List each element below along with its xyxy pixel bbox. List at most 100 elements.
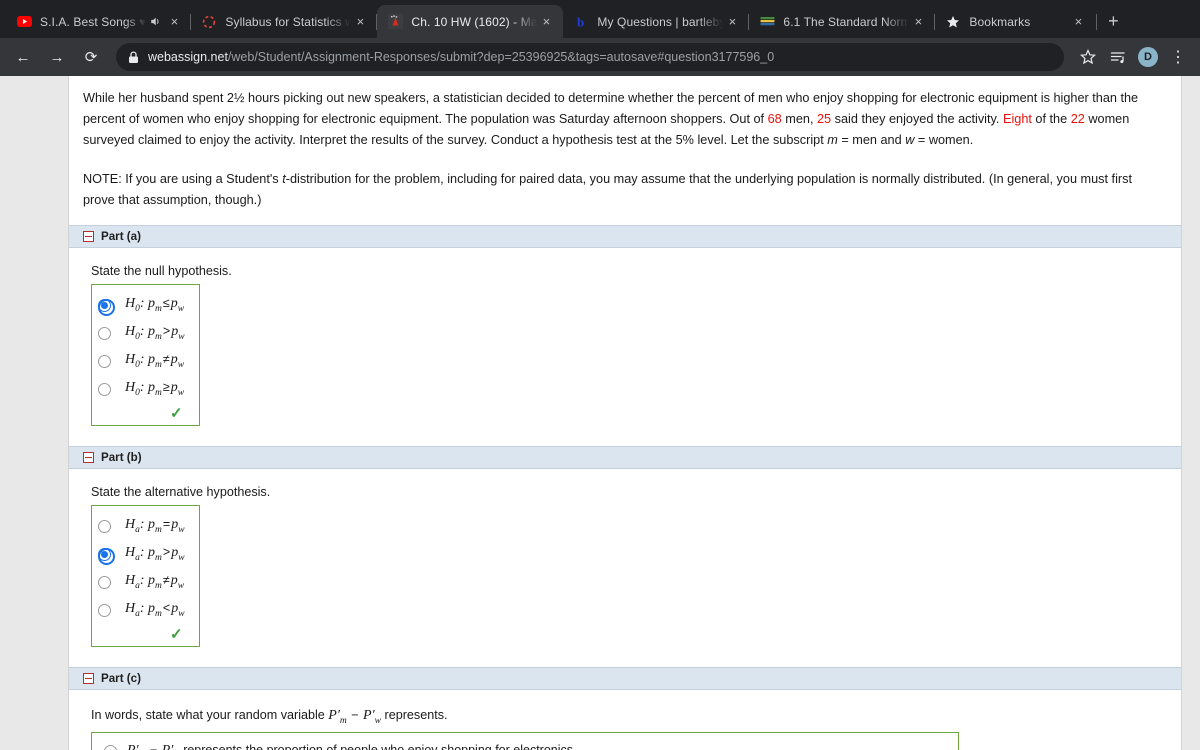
part-header-a[interactable]: Part (a): [69, 225, 1181, 248]
webassign-icon: [387, 14, 403, 30]
browser-tab-0[interactable]: S.I.A. Best Songs ♥ ×: [6, 5, 192, 38]
radio-button[interactable]: [98, 547, 115, 565]
part-header-c[interactable]: Part (c): [69, 667, 1181, 690]
h-subscript: a: [135, 608, 140, 619]
radio-button[interactable]: [98, 603, 111, 617]
lhs-symbol: p: [148, 352, 156, 368]
lhs-symbol: p: [148, 324, 156, 340]
reload-button[interactable]: ⟳: [76, 42, 106, 72]
bookmark-star-icon[interactable]: [1074, 43, 1102, 71]
part-body-b: State the alternative hypothesis. Ha: pm…: [69, 469, 1181, 653]
part-header-b[interactable]: Part (b): [69, 446, 1181, 469]
webassign-question-page: While her husband spent 2½ hours picking…: [68, 76, 1182, 750]
rhs-subscript: w: [177, 387, 185, 398]
address-bar[interactable]: webassign.net/web/Student/Assignment-Res…: [116, 43, 1064, 71]
part-label: Part (b): [101, 451, 142, 464]
operator: <: [162, 601, 171, 616]
browser-tab-1[interactable]: Syllabus for Statistics w ×: [191, 5, 378, 38]
question-note: NOTE: If you are using a Student's t-dis…: [83, 169, 1167, 211]
browser-tab-3[interactable]: b My Questions | bartleby ×: [563, 5, 750, 38]
q-men-total: 68: [767, 112, 782, 126]
radio-option[interactable]: Ha: pm=pw: [98, 512, 185, 540]
rhs-symbol: p: [170, 352, 178, 368]
lhs-subscript: m: [155, 331, 162, 342]
option-expression: P′m − P′w: [127, 743, 180, 750]
radio-button[interactable]: [98, 519, 111, 533]
url-path: /web/Student/Assignment-Responses/submit…: [227, 50, 775, 64]
h-symbol: H: [125, 324, 136, 340]
forward-button[interactable]: →: [42, 42, 72, 72]
lhs-subscript: m: [155, 303, 162, 314]
browser-tab-2-active[interactable]: Ch. 10 HW (1602) - Mat ×: [377, 5, 564, 38]
collapse-toggle-icon[interactable]: [83, 452, 94, 463]
tab-close-button[interactable]: ×: [1069, 13, 1087, 31]
audio-playing-icon[interactable]: [148, 15, 161, 28]
browser-tab-5[interactable]: Bookmarks ×: [935, 5, 1098, 38]
radio-button[interactable]: [98, 354, 111, 368]
part-body-a: State the null hypothesis. H0: pm≤pw H0:…: [69, 248, 1181, 432]
lhs-symbol: p: [148, 573, 156, 589]
q-subscript-m: m: [827, 133, 838, 147]
part-prompt: In words, state what your random variabl…: [91, 708, 1167, 726]
h-symbol: H: [125, 545, 136, 561]
tab-title: Ch. 10 HW (1602) - Mat: [411, 14, 538, 29]
radio-button[interactable]: [98, 326, 111, 340]
radio-button[interactable]: [98, 298, 115, 316]
new-tab-button[interactable]: +: [1099, 7, 1127, 35]
radio-option[interactable]: H0: pm≥pw: [98, 375, 185, 403]
browser-tab-4[interactable]: 6.1 The Standard Norma ×: [749, 5, 936, 38]
q-women-yes: Eight: [1002, 112, 1032, 126]
slides-icon: [759, 14, 775, 30]
option-label: P′m − P′w represents the proportion of p…: [127, 743, 577, 750]
tab-close-button[interactable]: ×: [537, 13, 555, 31]
radio-option[interactable]: H0: pm>pw: [98, 319, 185, 347]
reading-list-icon[interactable]: [1104, 43, 1132, 71]
radio-option[interactable]: H0: pm≤pw: [98, 291, 185, 319]
part-label: Part (a): [101, 230, 141, 243]
tab-close-button[interactable]: ×: [165, 13, 183, 31]
radio-option[interactable]: Ha: pm<pw: [98, 596, 185, 624]
rhs-subscript: w: [178, 524, 185, 535]
back-button[interactable]: ←: [8, 42, 38, 72]
tab-title: My Questions | bartleby: [597, 14, 724, 29]
radio-option[interactable]: Ha: pm>pw: [98, 540, 185, 568]
var-1-subscript: m: [339, 715, 347, 726]
page-viewport: While her husband spent 2½ hours picking…: [0, 76, 1200, 750]
chrome-menu-icon[interactable]: ⋮: [1164, 43, 1192, 71]
tab-title: Syllabus for Statistics w: [225, 14, 352, 29]
radio-option[interactable]: P′m − P′w represents the proportion of p…: [100, 738, 950, 750]
prompt-post: represents.: [381, 708, 448, 722]
lhs-subscript: m: [155, 580, 162, 591]
part-body-c: In words, state what your random variabl…: [69, 690, 1181, 750]
profile-avatar[interactable]: D: [1134, 43, 1162, 71]
radio-button[interactable]: [104, 745, 117, 750]
collapse-toggle-icon[interactable]: [83, 231, 94, 242]
tab-close-button[interactable]: ×: [351, 13, 369, 31]
radio-option[interactable]: H0: pm≠pw: [98, 347, 185, 375]
lhs-subscript: m: [155, 387, 162, 398]
tab-strip: S.I.A. Best Songs ♥ × Syllabus for Stati…: [0, 0, 1200, 38]
tab-close-button[interactable]: ×: [909, 13, 927, 31]
option-label: Ha: pm=pw: [125, 517, 185, 535]
h-subscript: 0: [135, 359, 140, 370]
rhs-subscript: w: [178, 608, 185, 619]
minus-operator: −: [347, 708, 363, 722]
radio-button[interactable]: [98, 382, 111, 396]
tab-close-button[interactable]: ×: [723, 13, 741, 31]
bartleby-icon: b: [573, 14, 589, 30]
collapse-toggle-icon[interactable]: [83, 673, 94, 684]
operator: >: [162, 324, 171, 339]
option-label: Ha: pm≠pw: [125, 573, 185, 591]
q-seg-6: = men and: [837, 133, 906, 147]
browser-toolbar: ← → ⟳ webassign.net/web/Student/Assignme…: [0, 38, 1200, 76]
rhs-symbol: p: [170, 296, 178, 312]
star-icon: [945, 14, 961, 30]
avatar-initial: D: [1138, 47, 1158, 67]
lhs-symbol: p: [148, 601, 156, 617]
radio-button[interactable]: [98, 575, 111, 589]
h-symbol: H: [125, 601, 136, 617]
rhs-subscript: w: [178, 331, 185, 342]
radio-option[interactable]: Ha: pm≠pw: [98, 568, 185, 596]
option-label: H0: pm≠pw: [125, 352, 185, 370]
rhs-subscript: w: [177, 580, 185, 591]
